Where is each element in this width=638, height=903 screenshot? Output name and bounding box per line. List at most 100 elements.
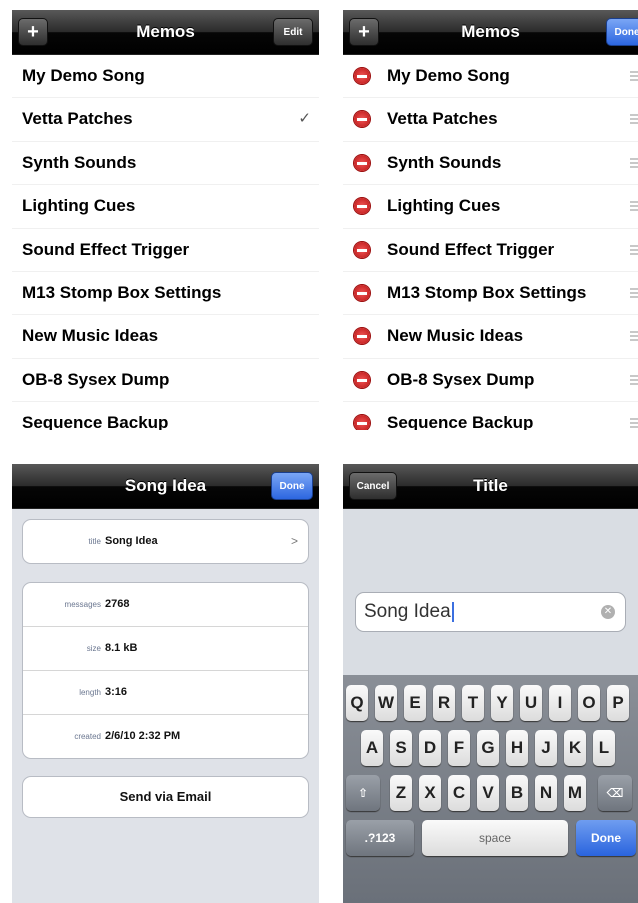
title-row[interactable]: title Song Idea > [23,520,308,563]
key-a[interactable]: A [361,730,383,766]
reorder-icon[interactable] [630,244,638,257]
list-item-label: Vetta Patches [22,109,133,129]
list-item[interactable]: Sound Effect Trigger [12,229,319,272]
key-v[interactable]: V [477,775,499,811]
key-p[interactable]: P [607,685,629,721]
list-item[interactable]: Vetta Patches [343,98,638,142]
delete-icon[interactable] [354,198,370,215]
list-item-label: Sequence Backup [387,413,534,430]
key-s[interactable]: S [390,730,412,766]
key-d[interactable]: D [419,730,441,766]
key-m[interactable]: M [564,775,586,811]
field-key: created [74,732,101,741]
list-item-label: OB-8 Sysex Dump [22,369,170,389]
list-item[interactable]: My Demo Song [12,55,319,99]
numbers-key[interactable]: .?123 [346,820,414,856]
list-item[interactable]: OB-8 Sysex Dump [12,359,319,403]
list-item[interactable]: Sound Effect Trigger [343,229,638,272]
field-value: 8.1 kB [105,642,138,654]
memo-list: My Demo Song Vetta Patches ✓ Synth Sounds… [12,55,319,430]
list-item-label: Synth Sounds [22,152,137,172]
reorder-icon[interactable] [630,331,638,343]
list-item[interactable]: My Demo Song [343,55,638,99]
key-k[interactable]: K [564,730,586,766]
reorder-icon[interactable] [630,374,638,387]
list-item-label: Synth Sounds [387,152,502,172]
done-key[interactable]: Done [576,820,636,856]
done-button[interactable]: Done [606,18,638,46]
key-e[interactable]: E [404,685,426,721]
clear-icon[interactable]: ✕ [601,605,615,619]
title-input[interactable]: Song Idea ✕ [355,592,626,632]
key-r[interactable]: R [433,685,455,721]
reorder-icon[interactable] [630,114,638,126]
shift-key-icon[interactable]: ⇧ [346,775,380,811]
key-w[interactable]: W [375,685,397,721]
delete-icon[interactable] [354,371,370,388]
list-item[interactable]: Sequence Backup [12,402,319,430]
key-o[interactable]: O [578,685,600,721]
key-u[interactable]: U [520,685,542,721]
edit-button[interactable]: Edit [273,18,313,46]
add-icon[interactable]: + [349,18,379,46]
key-c[interactable]: C [448,775,470,811]
list-item-label: Vetta Patches [387,109,498,129]
list-item[interactable]: New Music Ideas [12,315,319,359]
key-b[interactable]: B [506,775,528,811]
key-t[interactable]: T [462,685,484,721]
delete-icon[interactable] [354,68,370,84]
title-edit-screen: Title Cancel Song Idea ✕ Q W E R T Y U I… [343,464,638,903]
list-item[interactable]: Lighting Cues [12,185,319,229]
list-item[interactable]: M13 Stomp Box Settings [343,272,638,316]
add-icon[interactable]: + [18,18,48,46]
key-i[interactable]: I [549,685,571,721]
keyboard: Q W E R T Y U I O P A S D F G H J K L ⇧ … [343,675,638,903]
key-l[interactable]: L [593,730,615,766]
list-item-label: Lighting Cues [22,196,136,216]
delete-icon[interactable] [354,284,370,301]
delete-icon[interactable] [354,241,370,258]
list-item[interactable]: New Music Ideas [343,315,638,359]
cancel-button[interactable]: Cancel [349,472,397,500]
chevron-right-icon: > [290,534,298,548]
list-item-label: M13 Stomp Box Settings [22,282,222,302]
backspace-key-icon[interactable]: ⌫ [598,775,632,811]
done-button[interactable]: Done [271,472,313,500]
list-item[interactable]: M13 Stomp Box Settings [12,272,319,316]
key-f[interactable]: F [448,730,470,766]
navigation-bar: Song Idea Done [12,464,319,509]
field-key: messages [64,600,101,609]
list-item[interactable]: Sequence Backup [343,402,638,430]
navigation-bar: Memos + Done [343,10,638,55]
key-x[interactable]: X [419,775,441,811]
list-item-label: OB-8 Sysex Dump [387,369,535,389]
key-z[interactable]: Z [390,775,412,811]
space-key[interactable]: space [422,820,568,856]
info-row: length 3:16 [23,671,308,715]
delete-icon[interactable] [354,111,370,128]
reorder-icon[interactable] [630,287,638,300]
list-item[interactable]: OB-8 Sysex Dump [343,359,638,403]
key-y[interactable]: Y [491,685,513,721]
nav-title: Memos [461,22,520,41]
key-g[interactable]: G [477,730,499,766]
text-caret [451,601,454,622]
field-value: 2/6/10 2:32 PM [105,730,181,742]
delete-icon[interactable] [354,415,370,430]
key-j[interactable]: J [535,730,557,766]
list-item[interactable]: Vetta Patches ✓ [12,98,319,142]
key-n[interactable]: N [535,775,557,811]
key-q[interactable]: Q [346,685,368,721]
list-item[interactable]: Synth Sounds [12,142,319,186]
send-email-button[interactable]: Send via Email [22,776,309,818]
reorder-icon[interactable] [630,157,638,170]
info-group: messages 2768 size 8.1 kB length 3:16 creat… [22,582,309,759]
key-h[interactable]: H [506,730,528,766]
list-item[interactable]: Lighting Cues [343,185,638,229]
list-item[interactable]: Synth Sounds [343,142,638,186]
reorder-icon[interactable] [630,201,638,213]
reorder-icon[interactable] [630,418,638,430]
delete-icon[interactable] [354,328,370,345]
reorder-icon[interactable] [630,71,638,83]
delete-icon[interactable] [354,154,370,171]
